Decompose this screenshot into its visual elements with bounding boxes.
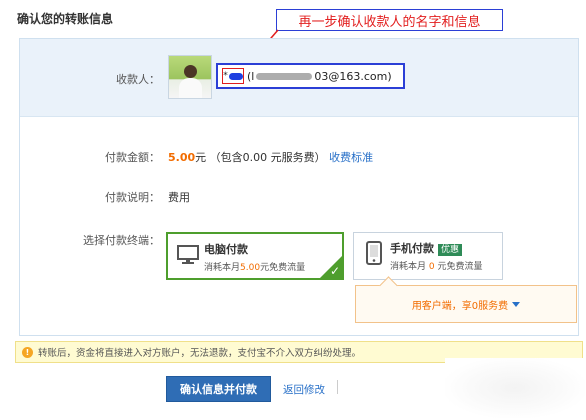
mobile-payment-option[interactable]: 手机付款 优惠 消耗本月 0 元免费流量 <box>353 232 503 280</box>
amount-row: 5.00元 （包含0.00 元服务费） 收费标准 <box>168 149 373 165</box>
warning-icon: ! <box>22 346 33 358</box>
discount-badge: 优惠 <box>438 244 463 256</box>
chevron-down-icon <box>512 301 521 307</box>
payee-email-suffix: 03@163.com <box>314 69 388 83</box>
pc-option-desc: 消耗本月5.00元免费流量 <box>204 263 306 273</box>
payee-section: 收款人： * ( l 03@163.com ) <box>20 39 578 117</box>
pc-option-title: 电脑付款 <box>204 243 248 256</box>
payee-name-highlight: * <box>222 68 244 84</box>
mobile-option-desc: 消耗本月 0 元免费流量 <box>390 262 483 272</box>
background-smudge <box>445 358 585 418</box>
page-title: 确认您的转账信息 <box>17 12 114 26</box>
amount-value: 5.00 <box>168 151 196 164</box>
payee-email-prefix: l <box>251 69 255 83</box>
amount-unit: 元 <box>195 151 207 164</box>
client-promo-text: 用客户端，享0服务费 <box>411 300 509 312</box>
email-redaction <box>256 72 313 80</box>
phone-icon <box>366 241 382 265</box>
description-label: 付款说明： <box>105 191 160 204</box>
checkmark-icon: ✓ <box>329 264 340 278</box>
amount-fee-note: （包含0.00 元服务费） <box>209 151 326 164</box>
amount-label: 付款金额： <box>105 151 160 164</box>
avatar <box>168 55 212 99</box>
payee-name-prefix: * <box>223 71 228 81</box>
client-promo[interactable]: 用客户端，享0服务费 <box>355 285 577 323</box>
mobile-option-title: 手机付款 优惠 <box>390 240 463 256</box>
terminal-label: 选择付款终端： <box>83 234 160 247</box>
annotation-callout: 再一步确认收款人的名字和信息 <box>276 9 503 31</box>
payee-label: 收款人： <box>116 73 160 86</box>
transfer-info-panel: 收款人： * ( l 03@163.com ) 付款金额： 5.00元 （包含0… <box>19 38 579 336</box>
divider <box>337 380 338 394</box>
payee-info: * ( l 03@163.com ) <box>216 63 405 89</box>
back-edit-link[interactable]: 返回修改 <box>283 382 325 397</box>
warning-text: 转账后，资金将直接进入对方账户，无法退款，支付宝不介入双方纠纷处理。 <box>38 348 362 359</box>
description-value: 费用 <box>168 191 190 204</box>
fee-standard-link[interactable]: 收费标准 <box>329 151 373 164</box>
monitor-icon <box>177 245 199 264</box>
payee-close-paren: ) <box>387 69 392 83</box>
pc-payment-option[interactable]: 电脑付款 消耗本月5.00元免费流量 ✓ <box>166 232 344 280</box>
confirm-pay-button[interactable]: 确认信息并付款 <box>166 376 271 402</box>
